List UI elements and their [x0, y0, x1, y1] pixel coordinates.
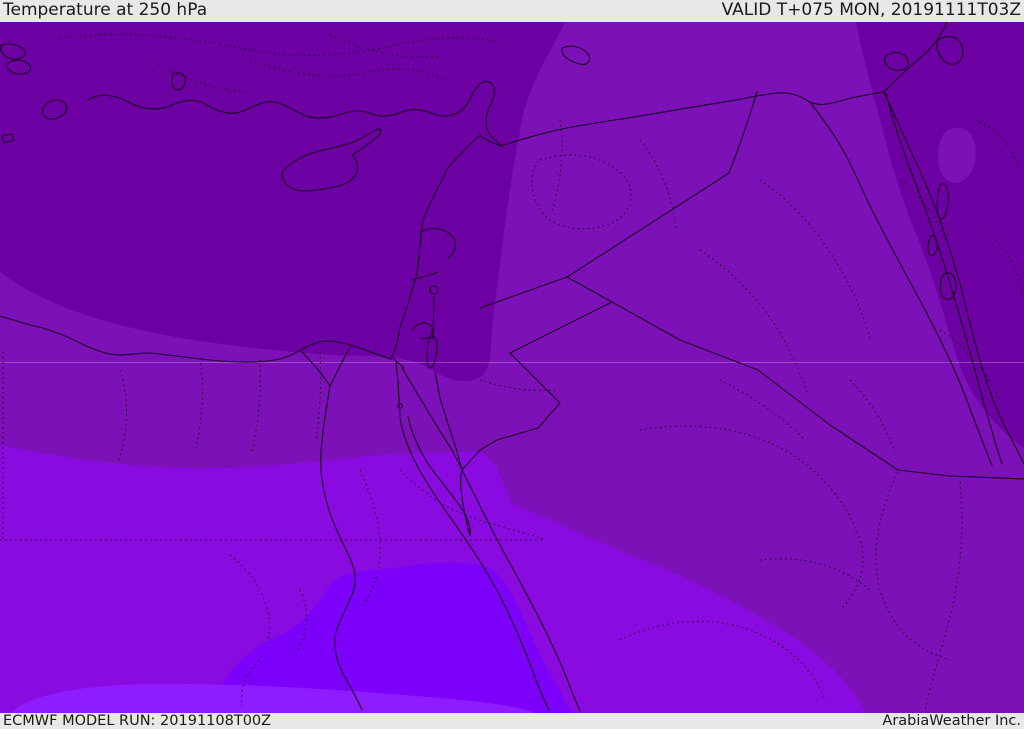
valid-time-label: VALID T+075 MON, 20191111T03Z — [721, 0, 1021, 20]
weather-map-window: { "header": { "title": "Temperature at 2… — [0, 0, 1024, 729]
model-run-label: ECMWF MODEL RUN: 20191108T00Z — [3, 713, 272, 729]
map-title: Temperature at 250 hPa — [3, 0, 208, 20]
header-bar: Temperature at 250 hPa VALID T+075 MON, … — [0, 0, 1024, 22]
weather-map — [0, 22, 1024, 713]
footer-bar: ECMWF MODEL RUN: 20191108T00Z ArabiaWeat… — [0, 713, 1024, 729]
credit-label: ArabiaWeather Inc. — [882, 713, 1021, 729]
temperature-shading — [0, 22, 1024, 713]
